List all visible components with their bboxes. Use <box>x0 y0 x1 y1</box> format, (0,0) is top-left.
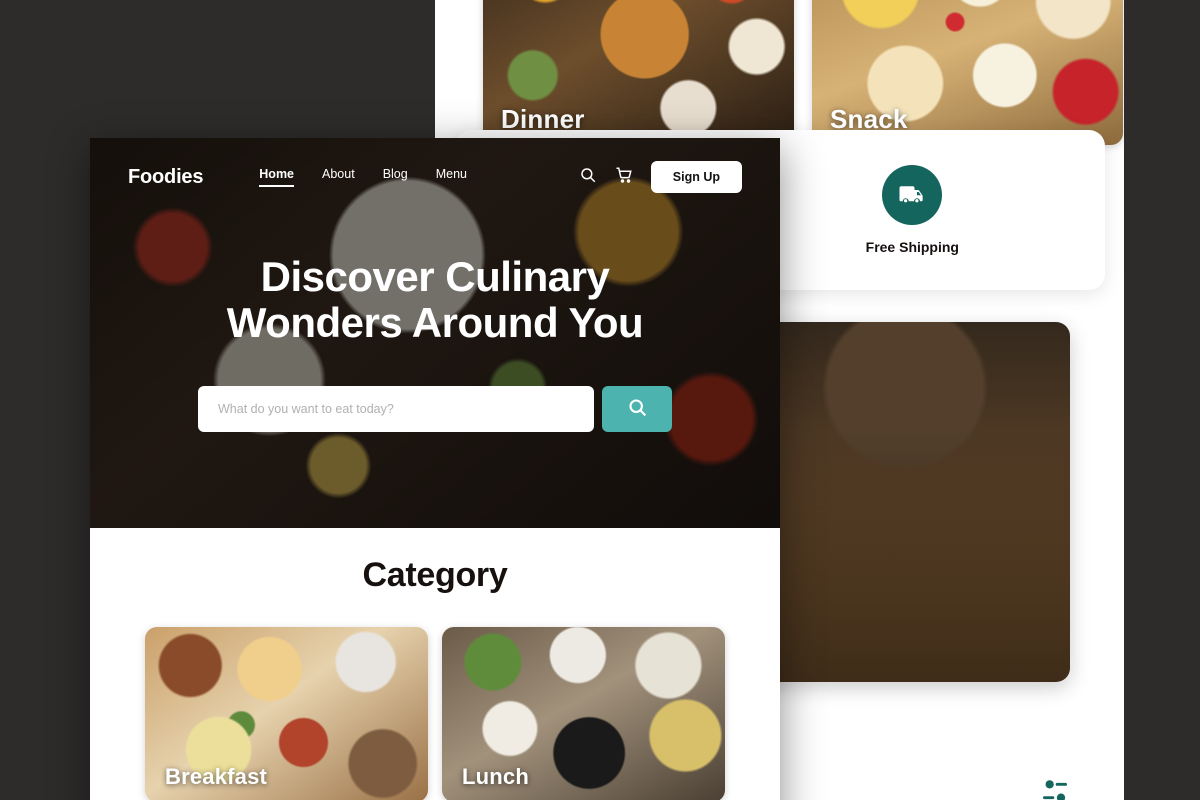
foodies-homepage-window: Foodies Home About Blog Menu Sign Up Dis… <box>90 138 780 800</box>
brand-logo[interactable]: Foodies <box>128 166 203 189</box>
hero-section: Foodies Home About Blog Menu Sign Up Dis… <box>90 138 780 528</box>
category-card-dinner[interactable]: Dinner <box>483 0 794 145</box>
search-submit-button[interactable] <box>602 386 672 433</box>
nav-item-blog[interactable]: Blog <box>383 167 408 187</box>
nav-links: Home About Blog Menu <box>259 167 467 187</box>
hero-title-line2: Wonders Around You <box>226 299 644 347</box>
navbar-actions: Sign Up <box>579 161 742 193</box>
hero-title: Discover Culinary Wonders Around You <box>155 253 715 347</box>
category-card-label: Lunch <box>462 764 529 789</box>
category-card-lunch[interactable]: Lunch <box>442 627 725 800</box>
category-card-breakfast[interactable]: Breakfast <box>145 627 428 800</box>
nav-item-home[interactable]: Home <box>259 167 295 187</box>
back-category-row: Dinner Snack <box>483 0 1123 145</box>
category-card-label: Breakfast <box>165 764 268 789</box>
signup-button[interactable]: Sign Up <box>650 161 742 193</box>
screen: Dinner Snack 24/7 Supports Free Shipping <box>0 0 1200 800</box>
category-grid: Breakfast Lunch Dinner Snack <box>90 627 780 800</box>
category-heading: Category <box>362 556 508 594</box>
feature-label: Free Shipping <box>865 239 959 255</box>
filter-sliders-icon[interactable] <box>1039 775 1071 800</box>
navbar: Foodies Home About Blog Menu Sign Up <box>90 138 780 216</box>
search-icon[interactable] <box>579 166 597 189</box>
cart-icon[interactable] <box>615 166 633 189</box>
search-input[interactable] <box>198 386 594 433</box>
hero-search-row <box>90 386 780 433</box>
truck-icon <box>882 165 943 225</box>
nav-item-about[interactable]: About <box>322 167 355 187</box>
category-section: Category Breakfast Lunch Dinner Snack <box>90 528 780 800</box>
feature-shipping[interactable]: Free Shipping <box>866 165 959 255</box>
nav-item-menu[interactable]: Menu <box>436 167 467 187</box>
search-icon <box>627 397 648 421</box>
category-card-snack[interactable]: Snack <box>812 0 1123 145</box>
hero-content: Discover Culinary Wonders Around You <box>90 216 780 433</box>
hero-title-line1: Discover Culinary <box>260 253 610 300</box>
